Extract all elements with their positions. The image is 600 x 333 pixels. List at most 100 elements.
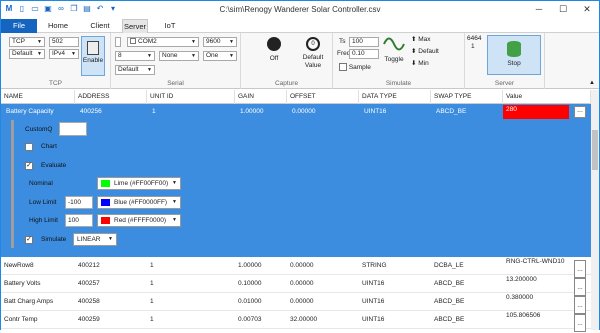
- table-row[interactable]: Battery Volts 400257 1 0.10000 0.00000 U…: [1, 275, 591, 296]
- tab-server[interactable]: Server: [122, 19, 148, 33]
- network-icon: [87, 41, 99, 55]
- max-option[interactable]: ⬆ Max: [411, 35, 431, 45]
- cell-unit-id: 1: [150, 262, 154, 269]
- nominal-label: Nominal: [29, 180, 53, 187]
- lime-swatch: [101, 180, 110, 187]
- toggle-button[interactable]: Toggle: [381, 35, 407, 63]
- tab-client[interactable]: Client: [79, 19, 121, 33]
- vertical-scrollbar[interactable]: [591, 90, 599, 330]
- table-row[interactable]: Batt Charg Amps 400258 1 0.01000 0.00000…: [1, 293, 591, 314]
- cell-value[interactable]: 0.380000: [503, 293, 533, 311]
- collapse-ribbon-icon[interactable]: ▲: [589, 80, 595, 86]
- cell-data-type: UINT16: [362, 298, 385, 305]
- tab-iot[interactable]: IoT: [159, 19, 181, 33]
- min-option[interactable]: ⬇ Min: [411, 59, 429, 69]
- server-group: 6464 1 Stop Server: [465, 33, 545, 89]
- simulate-checkbox[interactable]: ✓: [25, 236, 33, 244]
- cell-offset: 32.00000: [290, 316, 318, 323]
- high-limit-input[interactable]: 100: [65, 214, 93, 227]
- col-address[interactable]: ADDRESS: [75, 90, 147, 104]
- sine-wave-icon: [383, 37, 405, 51]
- cell-value[interactable]: 105.806506: [503, 311, 540, 329]
- protocol-select[interactable]: TCP ▼: [9, 37, 45, 47]
- port-input[interactable]: 502: [49, 37, 79, 47]
- cell-name: Battery Volts: [4, 280, 41, 287]
- baud-select[interactable]: 9600 ▼: [203, 37, 237, 47]
- ts-label: Ts: [339, 38, 346, 45]
- customq-input[interactable]: [59, 122, 87, 136]
- cell-value[interactable]: RNG-CTRL-WND10: [503, 257, 565, 275]
- cell-swap-type: ABCD_BE: [434, 298, 465, 305]
- selected-row[interactable]: Battery Capacity 400256 1 1.00000 0.0000…: [1, 104, 591, 257]
- cell-gain: 1.00000: [240, 108, 264, 115]
- table-row[interactable]: NewRow8 400212 1 1.00000 0.00000 STRING …: [1, 257, 591, 278]
- flow-select[interactable]: Default ▼: [115, 65, 155, 75]
- cell-gain: 0.01000: [238, 298, 262, 305]
- cell-name: Battery Capacity: [6, 108, 54, 115]
- col-data-type[interactable]: DATA TYPE: [359, 90, 431, 104]
- high-color-select[interactable]: Red (#FFFF0000) ▼: [97, 214, 181, 227]
- col-swap-type[interactable]: SWAP TYPE: [431, 90, 503, 104]
- customq-label: CustomQ: [25, 126, 53, 133]
- evaluate-checkbox[interactable]: ✓: [25, 162, 33, 170]
- cell-address: 400258: [78, 298, 100, 305]
- minimize-icon[interactable]: ─: [527, 1, 551, 17]
- cell-address: 400257: [78, 280, 100, 287]
- close-icon[interactable]: ✕: [575, 1, 599, 17]
- edit-row-button[interactable]: ...: [574, 106, 586, 118]
- cell-unit-id: 1: [150, 298, 154, 305]
- low-limit-input[interactable]: -100: [65, 196, 93, 209]
- cell-name: Batt Charg Amps: [4, 298, 54, 305]
- stop-bits-select[interactable]: One ▼: [203, 51, 237, 61]
- blue-swatch: [101, 199, 110, 206]
- low-color-select[interactable]: Blue (#FF0000FF) ▼: [97, 196, 181, 209]
- col-offset[interactable]: OFFSET: [287, 90, 359, 104]
- ts-input[interactable]: 100: [349, 37, 379, 47]
- cell-value[interactable]: 280: [503, 105, 569, 119]
- tcp-group-label: TCP: [49, 80, 62, 87]
- cell-unit-id: 1: [150, 280, 154, 287]
- cell-offset: 0.00000: [290, 280, 314, 287]
- col-unit-id[interactable]: UNIT ID: [147, 90, 235, 104]
- edit-row-button[interactable]: ...: [574, 314, 586, 332]
- nominal-color-select[interactable]: Lime (#FF00FF00) ▼: [97, 177, 181, 190]
- maximize-icon[interactable]: ☐: [551, 1, 575, 17]
- cell-address: 400256: [80, 108, 102, 115]
- sample-check[interactable]: [339, 63, 347, 72]
- serial-type-select[interactable]: [115, 37, 121, 47]
- col-name[interactable]: NAME: [1, 90, 75, 104]
- enable-button[interactable]: Enable: [81, 36, 105, 76]
- mode-select[interactable]: Default ▼: [9, 49, 45, 59]
- simulate-mode-select[interactable]: LINEAR ▼: [73, 233, 117, 246]
- capture-group-label: Capture: [274, 80, 299, 87]
- tab-home[interactable]: Home: [39, 19, 77, 33]
- capture-off-button[interactable]: Off: [259, 37, 289, 62]
- tab-file[interactable]: File: [1, 19, 37, 33]
- stop-button[interactable]: Stop: [487, 35, 541, 75]
- col-gain[interactable]: GAIN: [235, 90, 287, 104]
- serial-group-label: Serial: [167, 80, 184, 87]
- col-value[interactable]: Value: [503, 90, 591, 104]
- scrollbar-thumb[interactable]: [592, 130, 598, 170]
- data-bits-select[interactable]: 8 ▼: [115, 51, 155, 61]
- simulate-label: Simulate: [41, 236, 67, 243]
- ip-version-select[interactable]: IPv4 ▼: [49, 49, 79, 59]
- register-grid: NAME ADDRESS UNIT ID GAIN OFFSET DATA TY…: [1, 90, 599, 332]
- freq-input[interactable]: 0.10: [349, 49, 379, 59]
- sample-checkbox[interactable]: Sample: [339, 63, 371, 73]
- simulate-group: Ts 100 Freq 0.10 Sample Toggle ⬆ Max ⬍ D…: [333, 33, 465, 89]
- database-icon: [507, 41, 521, 57]
- cell-name: Contr Temp: [4, 316, 38, 323]
- default-option[interactable]: ⬍ Default: [411, 47, 439, 57]
- cell-data-type: STRING: [362, 262, 387, 269]
- parity-select[interactable]: None ▼: [159, 51, 199, 61]
- default-value-button[interactable]: 0 Default Value: [297, 37, 329, 70]
- cell-data-type: UINT16: [362, 316, 385, 323]
- cell-value[interactable]: 13.200000: [503, 275, 537, 293]
- table-row[interactable]: Contr Temp 400259 1 0.00703 32.00000 UIN…: [1, 311, 591, 332]
- red-swatch: [101, 217, 110, 224]
- chart-label: Chart: [41, 143, 57, 150]
- com-port-select[interactable]: COM2 ▼: [127, 37, 199, 47]
- app-window: M ▯ ▭ ▣ ∞ ❐ ▤ ↶ ▾ C:\sim\Renogy Wanderer…: [0, 0, 600, 332]
- chart-checkbox[interactable]: [25, 143, 33, 151]
